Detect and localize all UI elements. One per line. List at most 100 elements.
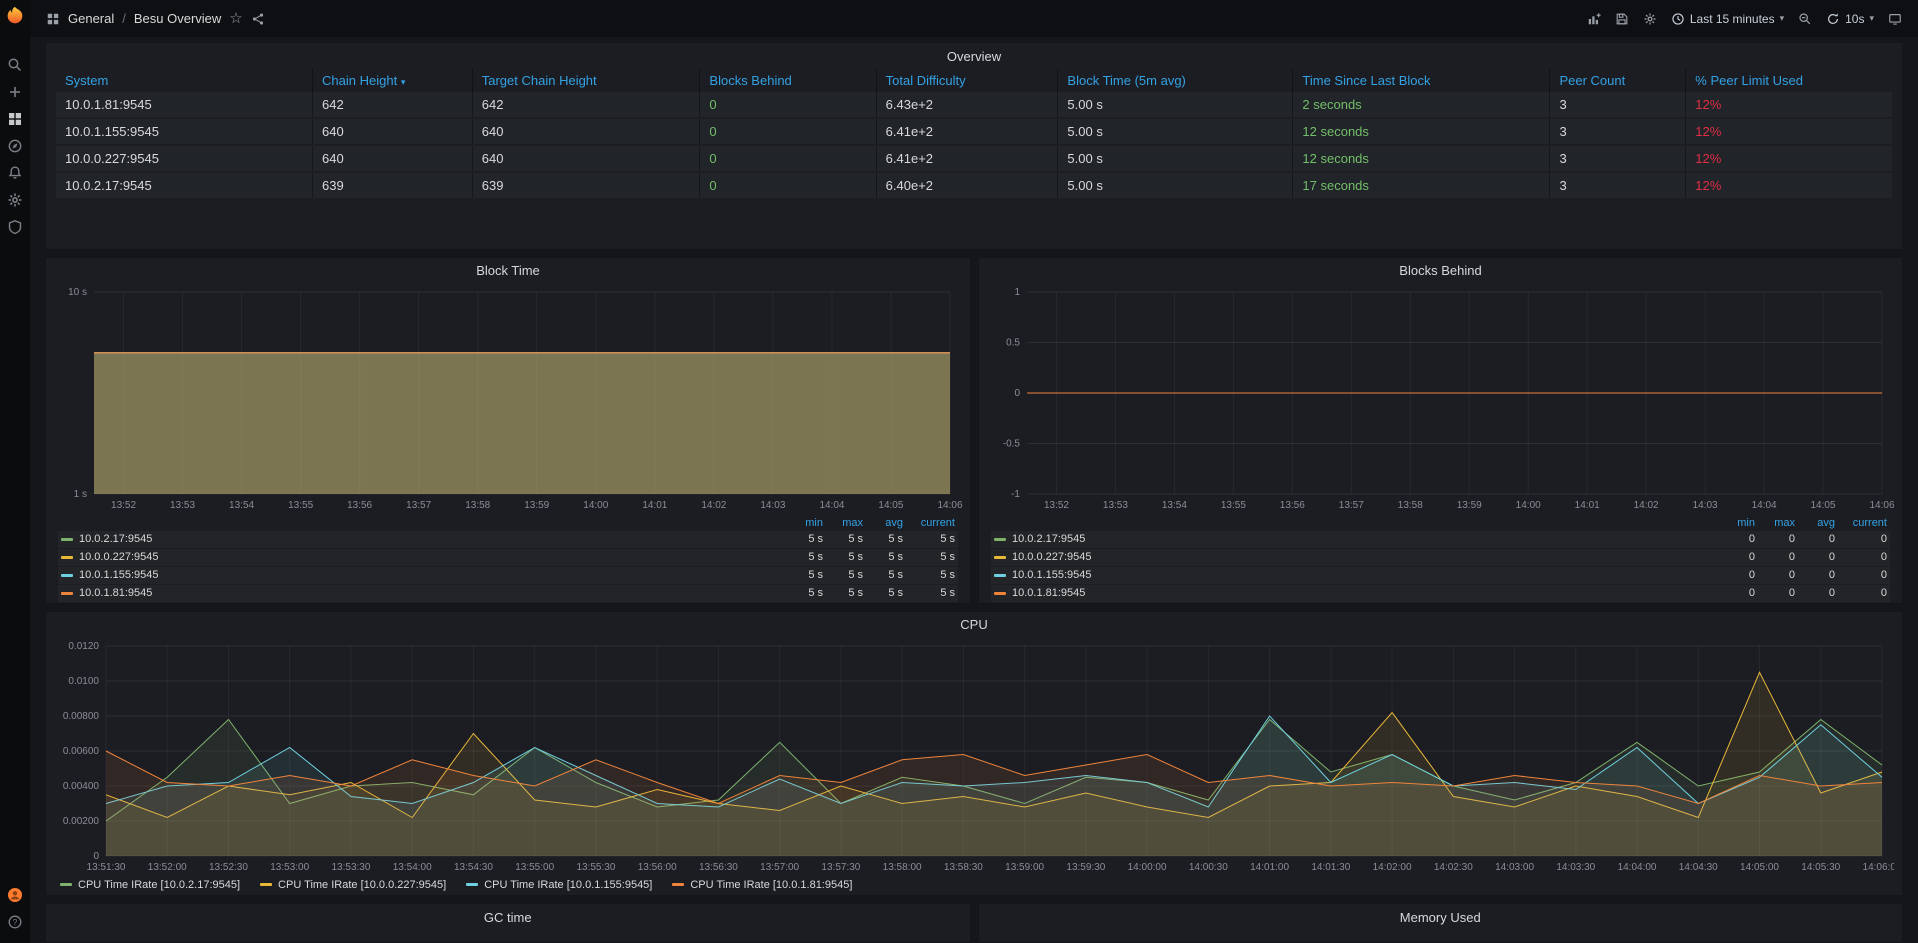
svg-text:0: 0 (93, 851, 99, 862)
blocks-behind-chart[interactable]: 13:5213:5313:5413:5513:5613:5713:5813:59… (987, 284, 1894, 514)
legend-series-toggle[interactable]: 10.0.2.17:9545 (994, 533, 1715, 545)
legend-series-toggle[interactable]: 10.0.2.17:9545 (61, 533, 783, 545)
cpu-chart[interactable]: 13:51:3013:52:0013:52:3013:53:0013:53:30… (54, 638, 1894, 876)
series-color-icon (61, 574, 73, 577)
legend-stat-value: 0 (1715, 569, 1755, 581)
sidebar-item-configuration[interactable] (0, 186, 30, 213)
sidebar-item-create[interactable] (0, 78, 30, 105)
legend-series-toggle[interactable]: CPU Time IRate [10.0.1.155:9545] (466, 879, 652, 891)
table-cell: 6.41e+2 (877, 146, 1059, 171)
time-range-picker[interactable]: Last 15 minutes ▾ (1671, 12, 1784, 26)
legend-stat-current[interactable]: current (903, 517, 955, 529)
legend-stat-value: 5 s (903, 551, 955, 563)
legend-stat-max[interactable]: max (823, 517, 863, 529)
table-cell: 2 seconds (1293, 92, 1550, 117)
sidebar-item-search[interactable] (0, 51, 30, 78)
svg-text:0: 0 (1014, 388, 1020, 399)
legend-stat-avg[interactable]: avg (863, 517, 903, 529)
save-dashboard-icon[interactable] (1615, 12, 1629, 26)
svg-text:14:05: 14:05 (1810, 500, 1835, 511)
series-color-icon (61, 538, 73, 541)
refresh-icon (1826, 12, 1840, 26)
share-icon[interactable] (251, 12, 265, 26)
table-cell: 0 (700, 173, 876, 198)
svg-text:13:55: 13:55 (288, 500, 313, 511)
sidebar-item-explore[interactable] (0, 132, 30, 159)
panel-title-overview[interactable]: Overview (46, 43, 1902, 69)
refresh-picker[interactable]: 10s ▾ (1826, 12, 1874, 26)
legend-series-toggle[interactable]: 10.0.1.155:9545 (61, 569, 783, 581)
svg-text:13:56: 13:56 (1280, 500, 1305, 511)
column-header[interactable]: Chain Height ▾ (313, 69, 473, 92)
legend-series-toggle[interactable]: CPU Time IRate [10.0.2.17:9545] (60, 879, 240, 891)
sidebar-item-dashboards[interactable] (0, 105, 30, 132)
bottom-panel-row: GC time Memory Used (45, 903, 1903, 943)
table-header-row: SystemChain Height ▾Target Chain HeightB… (56, 69, 1892, 92)
series-color-icon (994, 574, 1006, 577)
column-header[interactable]: Peer Count (1550, 69, 1686, 92)
legend-stat-value: 5 s (823, 587, 863, 599)
user-avatar[interactable] (0, 881, 30, 908)
svg-text:14:03: 14:03 (760, 500, 785, 511)
legend-stat-current[interactable]: current (1835, 517, 1887, 529)
column-header[interactable]: % Peer Limit Used (1686, 69, 1892, 92)
dashboard-grid-icon (46, 12, 60, 26)
zoom-out-icon[interactable] (1798, 12, 1812, 26)
table-row: 10.0.1.155:954564064006.41e+25.00 s12 se… (56, 119, 1892, 144)
svg-text:13:57: 13:57 (406, 500, 431, 511)
breadcrumb-dashboard-title[interactable]: Besu Overview (134, 11, 221, 26)
grafana-logo[interactable] (4, 5, 26, 27)
svg-text:13:55: 13:55 (1221, 500, 1246, 511)
sidebar-item-alerting[interactable] (0, 159, 30, 186)
table-cell: 12% (1686, 173, 1892, 198)
legend-header-row: minmaxavgcurrent (991, 516, 1890, 531)
star-icon[interactable]: ☆ (229, 11, 242, 26)
legend-stat-value: 0 (1715, 587, 1755, 599)
panel-title-blocks-behind[interactable]: Blocks Behind (979, 258, 1902, 284)
legend-series-toggle[interactable]: CPU Time IRate [10.0.0.227:9545] (260, 879, 446, 891)
legend-series-toggle[interactable]: 10.0.1.81:9545 (994, 587, 1715, 599)
svg-text:13:56:30: 13:56:30 (699, 862, 738, 873)
panel-title-block-time[interactable]: Block Time (46, 258, 970, 284)
svg-text:13:54:00: 13:54:00 (393, 862, 432, 873)
svg-text:14:01:30: 14:01:30 (1311, 862, 1350, 873)
add-panel-icon[interactable] (1587, 12, 1601, 26)
panel-title-gc-time[interactable]: GC time (46, 904, 970, 930)
legend-series-toggle[interactable]: 10.0.0.227:9545 (61, 551, 783, 563)
legend-series-toggle[interactable]: 10.0.1.155:9545 (994, 569, 1715, 581)
cycle-view-mode-icon[interactable] (1888, 12, 1902, 26)
block-time-chart[interactable]: 13:5213:5313:5413:5513:5613:5713:5813:59… (54, 284, 962, 514)
svg-text:13:59:30: 13:59:30 (1066, 862, 1105, 873)
dashboard-settings-icon[interactable] (1643, 12, 1657, 26)
table-cell: 10.0.1.81:9545 (56, 92, 313, 117)
legend-stat-min[interactable]: min (783, 517, 823, 529)
column-header[interactable]: System (56, 69, 313, 92)
legend-stat-min[interactable]: min (1715, 517, 1755, 529)
column-header[interactable]: Target Chain Height (473, 69, 701, 92)
sidebar-item-server-admin[interactable] (0, 213, 30, 240)
legend-stat-max[interactable]: max (1755, 517, 1795, 529)
column-header[interactable]: Block Time (5m avg) (1058, 69, 1293, 92)
svg-text:14:05:00: 14:05:00 (1740, 862, 1779, 873)
overview-table-body: 10.0.1.81:954564264206.43e+25.00 s2 seco… (56, 92, 1892, 198)
help-icon[interactable]: ? (0, 908, 30, 935)
overview-table: SystemChain Height ▾Target Chain HeightB… (56, 69, 1892, 200)
legend-series-toggle[interactable]: CPU Time IRate [10.0.1.81:9545] (672, 879, 852, 891)
svg-text:13:57: 13:57 (1339, 500, 1364, 511)
panel-title-cpu[interactable]: CPU (46, 612, 1902, 638)
dashboard-grid-area: Overview SystemChain Height ▾Target Chai… (30, 37, 1918, 943)
legend-series-toggle[interactable]: 10.0.1.81:9545 (61, 587, 783, 599)
legend-stat-value: 0 (1755, 533, 1795, 545)
column-header[interactable]: Total Difficulty (877, 69, 1059, 92)
legend-series-toggle[interactable]: 10.0.0.227:9545 (994, 551, 1715, 563)
svg-text:0.00600: 0.00600 (63, 746, 100, 757)
column-header[interactable]: Blocks Behind (700, 69, 876, 92)
table-cell: 5.00 s (1058, 173, 1293, 198)
legend-stat-avg[interactable]: avg (1795, 517, 1835, 529)
breadcrumb-folder[interactable]: General (68, 11, 114, 26)
panel-title-memory-used[interactable]: Memory Used (979, 904, 1903, 930)
column-header[interactable]: Time Since Last Block (1293, 69, 1550, 92)
svg-text:14:02:00: 14:02:00 (1373, 862, 1412, 873)
legend-stat-value: 0 (1795, 569, 1835, 581)
series-color-icon (994, 592, 1006, 595)
